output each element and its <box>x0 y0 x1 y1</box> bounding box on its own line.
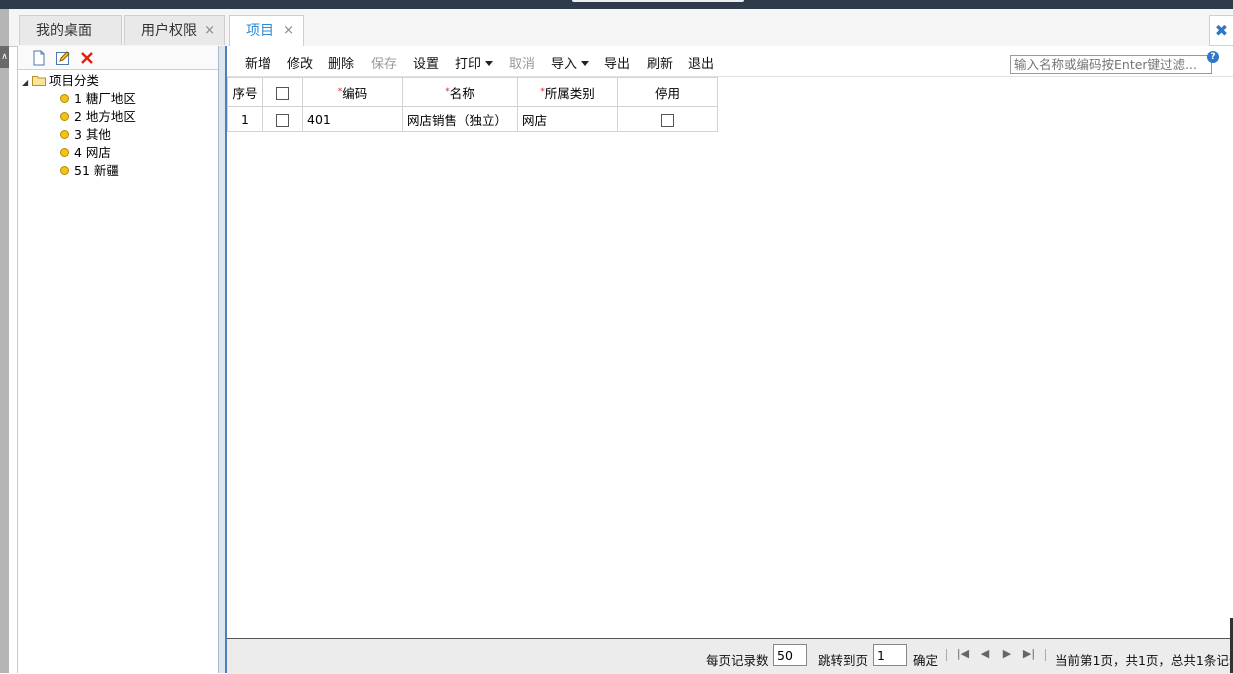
tree-item[interactable]: 1 糖厂地区 <box>18 90 219 108</box>
col-category-label: 所属类别 <box>544 85 595 101</box>
tab-close-icon[interactable]: × <box>204 16 215 46</box>
divider <box>1045 649 1046 661</box>
confirm-button[interactable]: 确定 <box>913 650 938 669</box>
cell-index: 1 <box>227 106 263 132</box>
cancel-button[interactable]: 取消 <box>509 53 535 72</box>
export-button[interactable]: 导出 <box>604 53 630 72</box>
cell-code[interactable]: 401 <box>302 106 403 132</box>
tab-label: 我的桌面 <box>36 23 92 39</box>
edit-icon[interactable] <box>55 50 71 66</box>
pagination-bar: 每页记录数 跳转到页 确定 |◀ ◀ ▶ ▶| 当前第1页，共1页，总共1条记录 <box>227 638 1233 674</box>
chevron-down-icon <box>581 61 590 66</box>
tree-item-label: 51 新疆 <box>74 163 119 178</box>
main-toolbar: 新增 修改 删除 保存 设置 打印 取消 导入 导出 刷新 退出 ? <box>227 46 1233 77</box>
refresh-button[interactable]: 刷新 <box>647 53 673 72</box>
leaf-dot-icon <box>60 112 69 121</box>
tab-bar: 我的桌面 用户权限 × 项目 × ✖ <box>9 9 1233 47</box>
print-button[interactable]: 打印 <box>455 53 494 72</box>
tree-toolbar <box>18 46 219 70</box>
tree-root-label: 项目分类 <box>49 73 100 88</box>
cell-disabled[interactable] <box>617 106 718 132</box>
col-index: 序号 <box>227 77 263 107</box>
import-button[interactable]: 导入 <box>551 53 590 72</box>
select-all-checkbox[interactable] <box>276 86 289 100</box>
tab-project[interactable]: 项目 × <box>229 15 304 47</box>
edit-button[interactable]: 修改 <box>287 53 313 72</box>
tab-label: 用户权限 <box>141 23 197 39</box>
top-bar <box>0 0 1233 9</box>
tree-item-label: 4 网店 <box>74 145 111 160</box>
chevron-down-icon <box>485 61 494 66</box>
col-code[interactable]: *编码 <box>302 77 403 107</box>
import-label: 导入 <box>551 57 578 72</box>
tree-item[interactable]: 3 其他 <box>18 126 219 144</box>
cell-select[interactable] <box>262 106 303 132</box>
add-button[interactable]: 新增 <box>245 53 271 72</box>
close-all-tabs-icon[interactable]: ✖ <box>1209 15 1233 46</box>
table-row[interactable]: 1 401 网店销售（独立） 网店 <box>227 106 718 132</box>
table-header-row: 序号 *编码 *名称 *所属类别 停用 <box>227 77 718 107</box>
tree-root[interactable]: ◢ 项目分类 <box>18 72 219 90</box>
page-size-input[interactable] <box>773 644 807 666</box>
tab-label: 项目 <box>246 23 274 39</box>
left-edge: ∧ <box>0 9 9 673</box>
col-name-label: 名称 <box>449 85 475 101</box>
delete-icon[interactable] <box>79 50 95 66</box>
tab-desktop[interactable]: 我的桌面 <box>19 15 122 45</box>
tree-item-label: 2 地方地区 <box>74 109 136 124</box>
first-page-icon[interactable]: |◀ <box>956 647 970 661</box>
project-table: 序号 *编码 *名称 *所属类别 停用 1 401 网店销售（独立） 网店 <box>227 77 718 132</box>
leaf-dot-icon <box>60 166 69 175</box>
help-icon[interactable]: ? <box>1207 51 1219 63</box>
collapse-handle[interactable]: ∧ <box>0 46 9 68</box>
disabled-checkbox[interactable] <box>661 113 674 127</box>
search-input[interactable] <box>1010 55 1212 74</box>
delete-button[interactable]: 删除 <box>328 53 354 72</box>
page-size-label: 每页记录数 <box>706 653 769 668</box>
next-page-icon[interactable]: ▶ <box>1000 647 1014 661</box>
leaf-dot-icon <box>60 94 69 103</box>
last-page-icon[interactable]: ▶| <box>1022 647 1036 661</box>
category-tree: ◢ 项目分类 1 糖厂地区 2 地方地区 3 其他 4 网店 51 新疆 <box>18 70 219 180</box>
tree-item[interactable]: 4 网店 <box>18 144 219 162</box>
new-file-icon[interactable] <box>31 50 47 66</box>
leaf-dot-icon <box>60 130 69 139</box>
leaf-dot-icon <box>60 148 69 157</box>
divider <box>946 649 947 661</box>
panel-splitter[interactable] <box>218 46 227 673</box>
exit-button[interactable]: 退出 <box>688 53 714 72</box>
tree-item[interactable]: 51 新疆 <box>18 162 219 180</box>
cell-category[interactable]: 网店 <box>517 106 618 132</box>
tree-item-label: 1 糖厂地区 <box>74 91 136 106</box>
top-bar-handle <box>572 0 744 2</box>
jump-page-input[interactable] <box>873 644 907 666</box>
tab-user-permissions[interactable]: 用户权限 × <box>124 15 225 45</box>
save-button[interactable]: 保存 <box>371 53 397 72</box>
col-name[interactable]: *名称 <box>402 77 518 107</box>
col-select-all[interactable] <box>262 77 303 107</box>
category-tree-panel: ◢ 项目分类 1 糖厂地区 2 地方地区 3 其他 4 网店 51 新疆 <box>17 46 219 673</box>
row-checkbox[interactable] <box>276 113 289 127</box>
settings-button[interactable]: 设置 <box>413 53 439 72</box>
folder-icon <box>32 76 46 86</box>
cell-name[interactable]: 网店销售（独立） <box>402 106 518 132</box>
tree-item[interactable]: 2 地方地区 <box>18 108 219 126</box>
col-disabled[interactable]: 停用 <box>617 77 718 107</box>
page-status: 当前第1页，共1页，总共1条记录 <box>1055 653 1233 668</box>
col-code-label: 编码 <box>342 85 368 101</box>
col-category[interactable]: *所属类别 <box>517 77 618 107</box>
print-label: 打印 <box>455 57 482 72</box>
prev-page-icon[interactable]: ◀ <box>978 647 992 661</box>
tree-item-label: 3 其他 <box>74 127 111 142</box>
project-main-panel: 新增 修改 删除 保存 设置 打印 取消 导入 导出 刷新 退出 ? 序号 *编… <box>227 46 1233 674</box>
jump-label: 跳转到页 <box>818 653 869 668</box>
tab-close-icon[interactable]: × <box>283 16 294 46</box>
